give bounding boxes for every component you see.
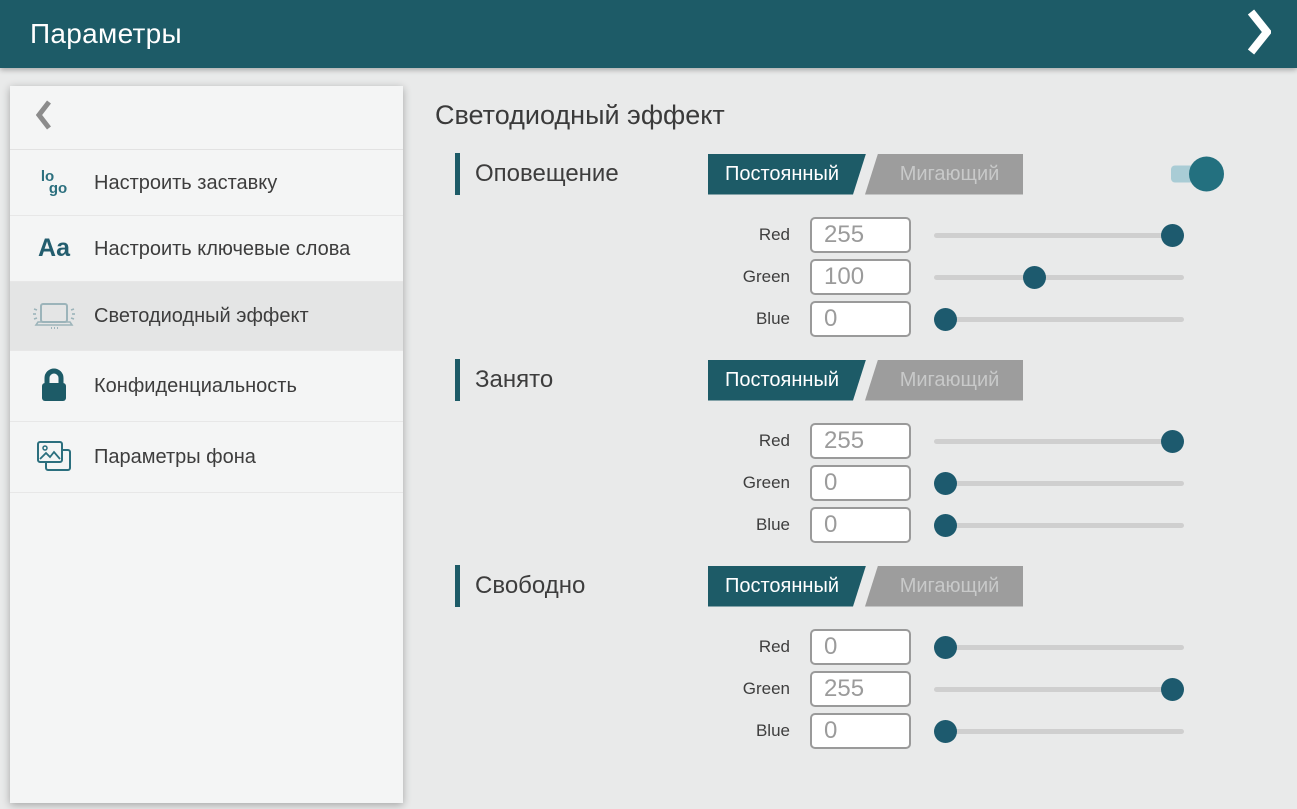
sidebar-item-background[interactable]: Параметры фона — [10, 422, 403, 493]
sidebar-item-label: Конфиденциальность — [94, 373, 297, 399]
sidebar-collapse-button[interactable] — [10, 86, 403, 150]
keywords-aa-icon: Aa — [30, 234, 78, 263]
settings-sidebar: logo Настроить заставку Aa Настроить клю… — [10, 86, 403, 803]
slider-thumb[interactable] — [934, 636, 957, 659]
chevron-left-icon — [36, 99, 52, 136]
slider-thumb[interactable] — [1161, 430, 1184, 453]
red-slider[interactable] — [934, 429, 1184, 453]
section-accent-bar — [455, 153, 460, 195]
slider-track[interactable] — [934, 233, 1184, 238]
mode-option-constant[interactable]: Постоянный — [708, 360, 866, 401]
slider-thumb[interactable] — [934, 514, 957, 537]
sidebar-item-label: Настроить заставку — [94, 170, 277, 196]
blue-value-input[interactable] — [810, 713, 911, 749]
red-label: Red — [435, 431, 790, 451]
slider-track[interactable] — [934, 729, 1184, 734]
section-accent-bar — [455, 565, 460, 607]
logo-icon: logo — [30, 171, 78, 195]
green-slider[interactable] — [934, 265, 1184, 289]
red-label: Red — [435, 225, 790, 245]
green-slider[interactable] — [934, 471, 1184, 495]
slider-thumb[interactable] — [1161, 678, 1184, 701]
blue-slider[interactable] — [934, 513, 1184, 537]
slider-thumb[interactable] — [1161, 224, 1184, 247]
green-slider[interactable] — [934, 677, 1184, 701]
section-title: Свободно — [475, 572, 708, 600]
blue-label: Blue — [435, 515, 790, 535]
slider-track[interactable] — [934, 687, 1184, 692]
blue-slider[interactable] — [934, 307, 1184, 331]
slider-track[interactable] — [934, 439, 1184, 444]
sidebar-item-screensaver[interactable]: logo Настроить заставку — [10, 150, 403, 216]
sidebar-item-label: Параметры фона — [94, 444, 256, 470]
mode-option-constant[interactable]: Постоянный — [708, 566, 866, 607]
mode-segmented-control: Мигающий Постоянный — [708, 154, 1023, 195]
slider-track[interactable] — [934, 645, 1184, 650]
mode-option-constant[interactable]: Постоянный — [708, 154, 866, 195]
green-label: Green — [435, 473, 790, 493]
expand-panel-button[interactable] — [1247, 9, 1271, 60]
green-label: Green — [435, 267, 790, 287]
section-title: Занято — [475, 366, 708, 394]
red-value-input[interactable] — [810, 423, 911, 459]
mode-segmented-control: Мигающий Постоянный — [708, 566, 1023, 607]
mode-segmented-control: Мигающий Постоянный — [708, 360, 1023, 401]
led-effect-panel: Светодиодный эффект Оповещение Мигающий … — [435, 68, 1297, 771]
led-screen-icon — [30, 298, 78, 334]
toggle-knob — [1189, 157, 1224, 192]
sidebar-item-privacy[interactable]: Конфиденциальность — [10, 351, 403, 422]
lock-icon — [30, 367, 78, 405]
sidebar-item-keywords[interactable]: Aa Настроить ключевые слова — [10, 216, 403, 282]
red-slider[interactable] — [934, 635, 1184, 659]
app-title: Параметры — [30, 18, 182, 50]
slider-track[interactable] — [934, 317, 1184, 322]
app-bar: Параметры — [0, 0, 1297, 68]
green-value-input[interactable] — [810, 671, 911, 707]
red-label: Red — [435, 637, 790, 657]
slider-thumb[interactable] — [934, 472, 957, 495]
chevron-right-icon — [1247, 9, 1271, 60]
slider-thumb[interactable] — [934, 308, 957, 331]
slider-track[interactable] — [934, 275, 1184, 280]
blue-slider[interactable] — [934, 719, 1184, 743]
page-title: Светодиодный эффект — [435, 100, 1297, 131]
section-accent-bar — [455, 359, 460, 401]
slider-thumb[interactable] — [934, 720, 957, 743]
notification-led-toggle[interactable] — [1171, 157, 1224, 192]
section-free: Свободно Мигающий Постоянный Red Green B… — [435, 565, 1297, 749]
red-slider[interactable] — [934, 223, 1184, 247]
sidebar-item-label: Настроить ключевые слова — [94, 236, 350, 262]
slider-thumb[interactable] — [1023, 266, 1046, 289]
background-images-icon — [30, 438, 78, 476]
slider-track[interactable] — [934, 523, 1184, 528]
blue-value-input[interactable] — [810, 507, 911, 543]
green-value-input[interactable] — [810, 259, 911, 295]
section-title: Оповещение — [475, 160, 708, 188]
green-label: Green — [435, 679, 790, 699]
sidebar-item-label: Светодиодный эффект — [94, 303, 309, 329]
section-notification: Оповещение Мигающий Постоянный Red Green — [435, 153, 1297, 337]
blue-label: Blue — [435, 721, 790, 741]
green-value-input[interactable] — [810, 465, 911, 501]
red-value-input[interactable] — [810, 629, 911, 665]
blue-label: Blue — [435, 309, 790, 329]
red-value-input[interactable] — [810, 217, 911, 253]
slider-track[interactable] — [934, 481, 1184, 486]
sidebar-item-led-effect[interactable]: Светодиодный эффект — [10, 282, 403, 351]
blue-value-input[interactable] — [810, 301, 911, 337]
section-busy: Занято Мигающий Постоянный Red Green Blu… — [435, 359, 1297, 543]
